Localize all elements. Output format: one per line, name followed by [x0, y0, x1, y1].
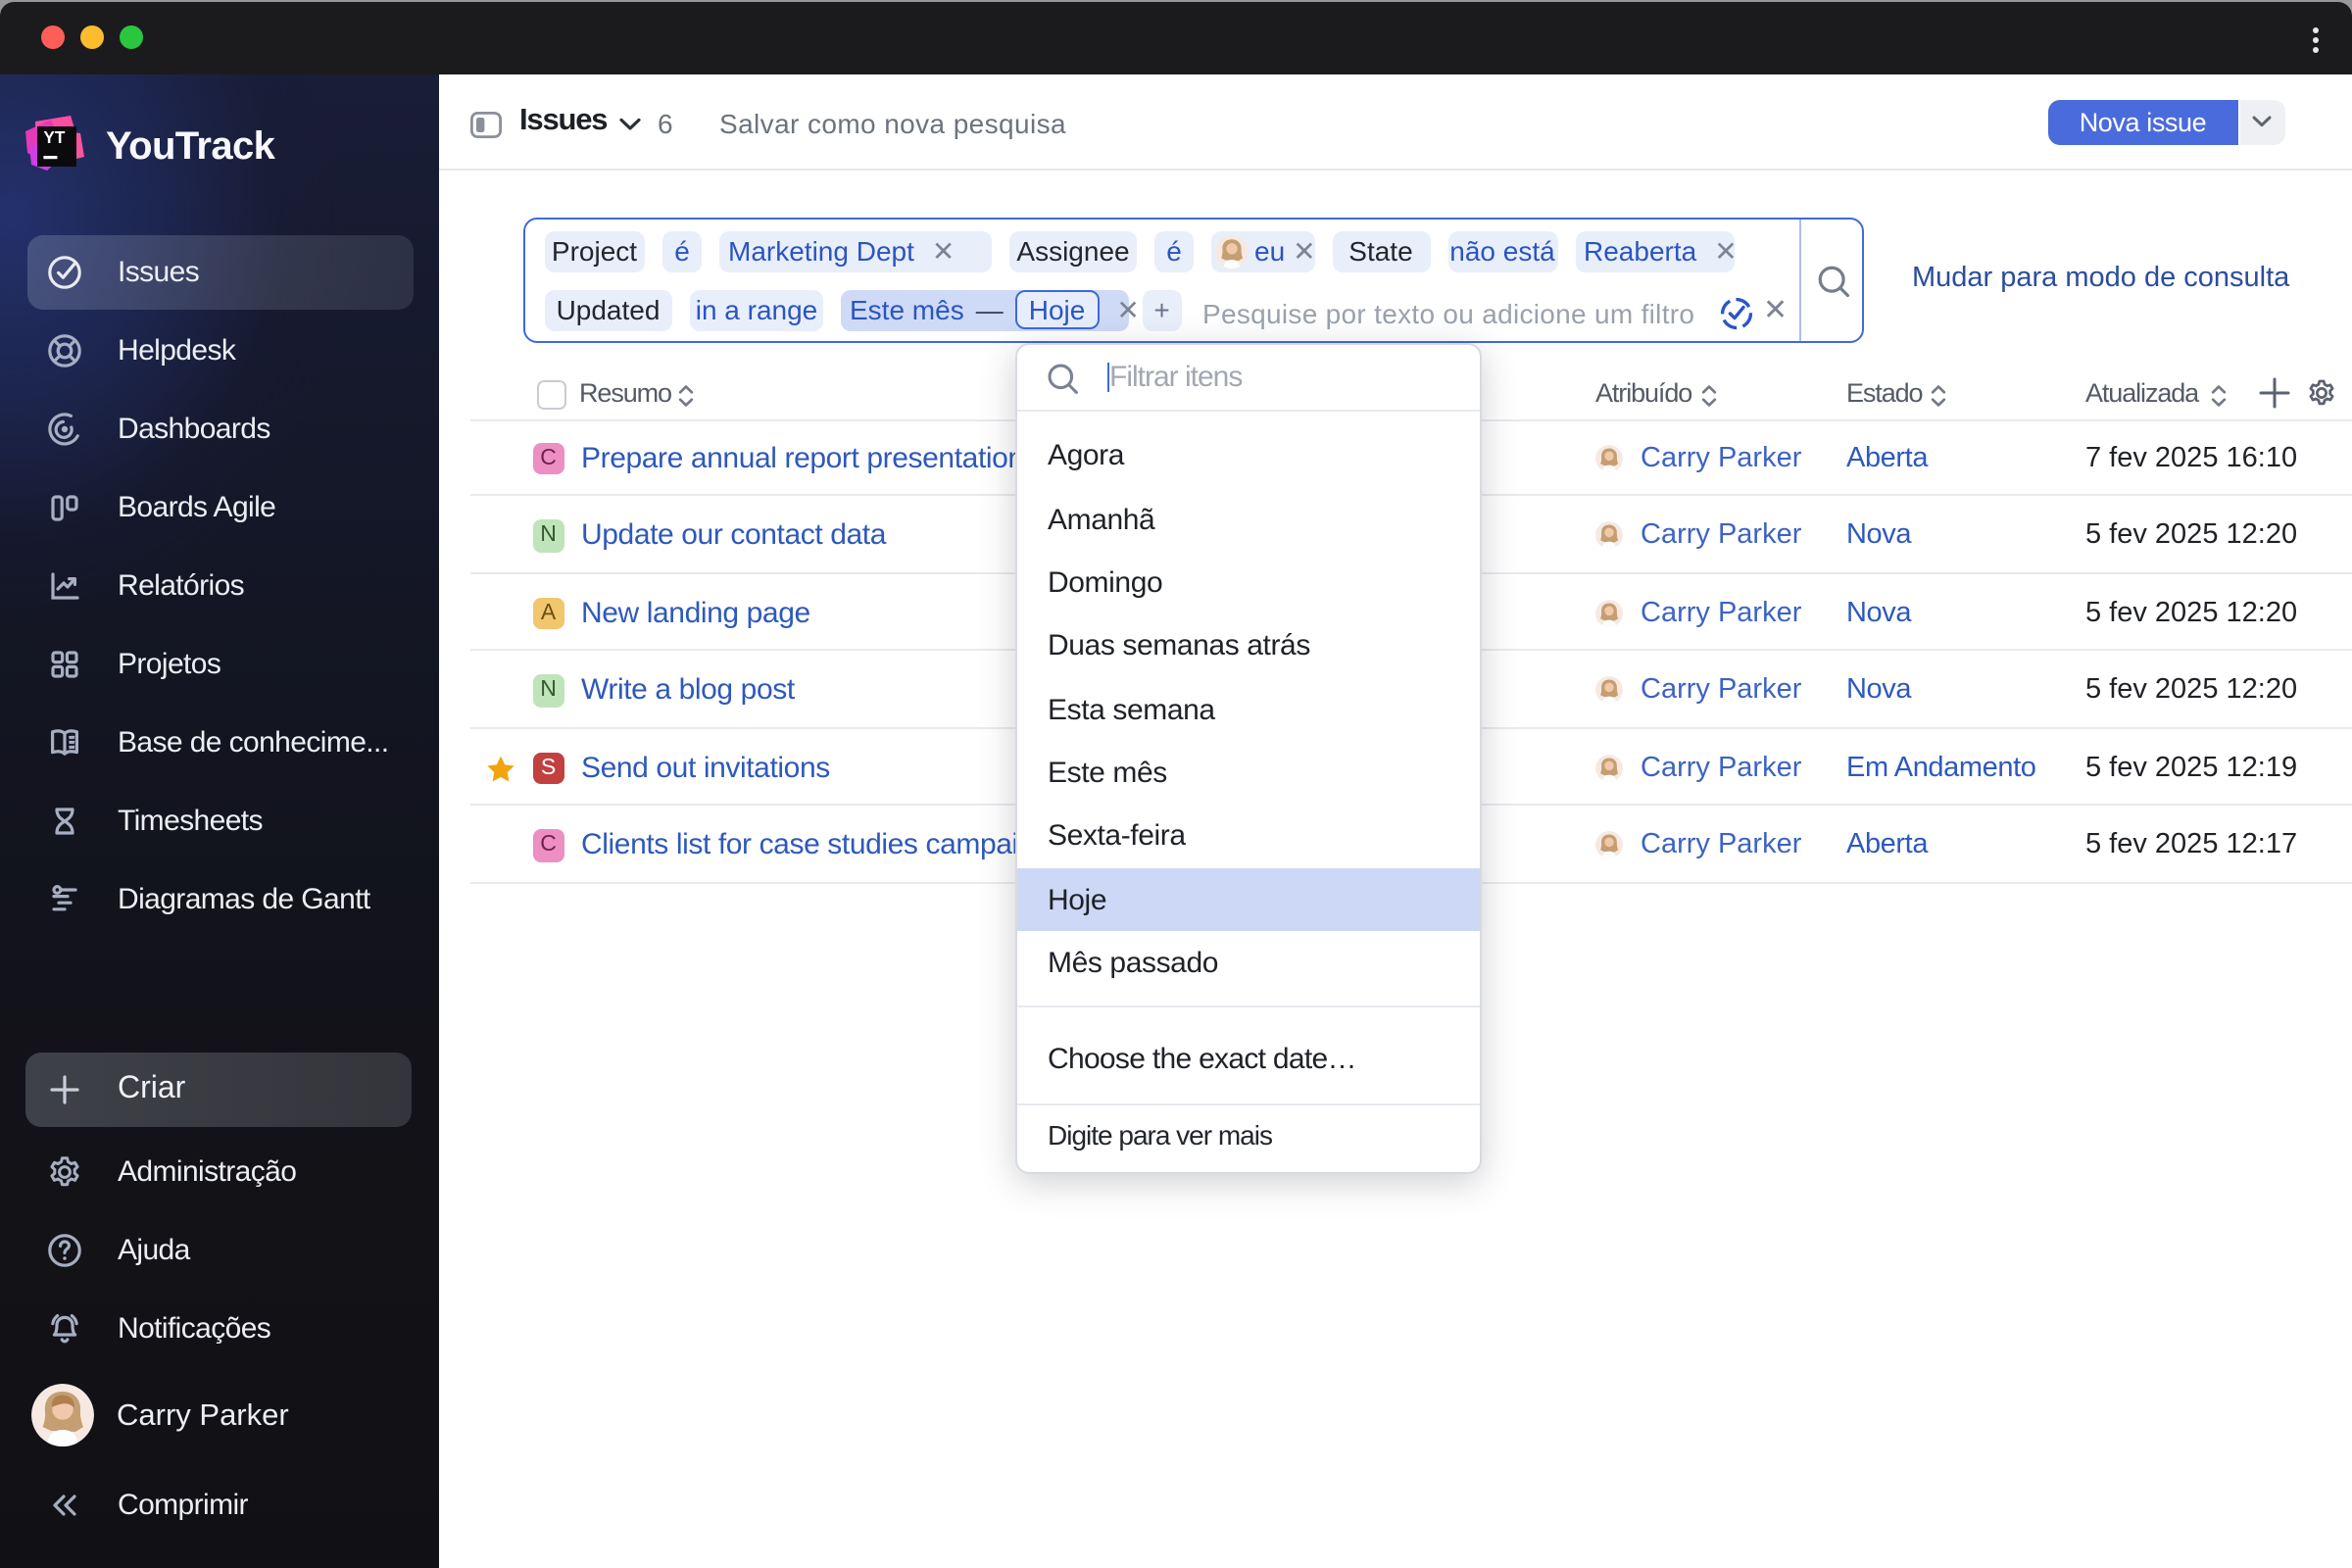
svg-text:YT: YT — [42, 127, 64, 147]
